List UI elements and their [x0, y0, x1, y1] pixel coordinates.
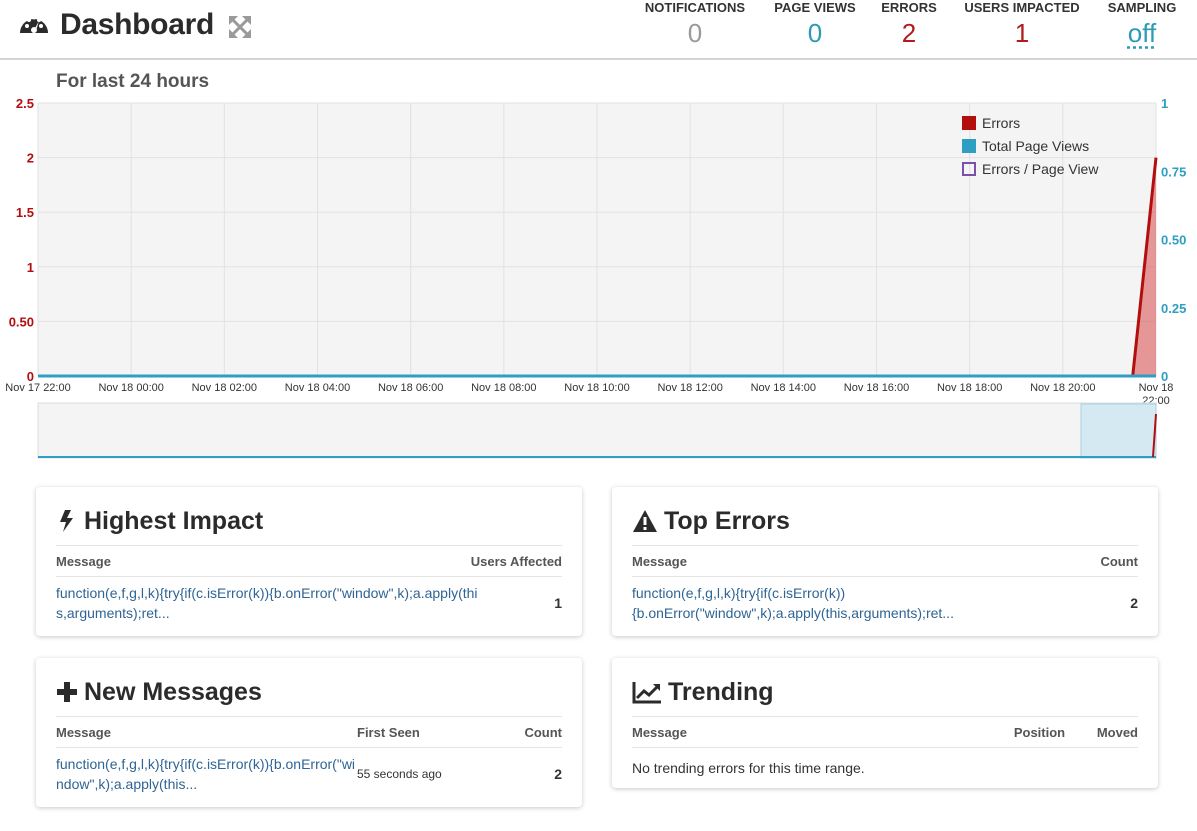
- right-axis-tick-label: 1: [1161, 96, 1168, 111]
- col-first-seen: First Seen: [357, 724, 420, 740]
- trending-card: Trending Message Position Moved No trend…: [612, 658, 1158, 788]
- stat-users-impacted[interactable]: USERS IMPACTED 1: [960, 0, 1084, 49]
- empty-state-message: No trending errors for this time range.: [632, 760, 865, 776]
- expand-icon[interactable]: [228, 15, 252, 39]
- x-axis-tick-label: Nov 18 00:00: [98, 382, 163, 394]
- card-header: New Messages: [56, 658, 562, 716]
- navigator-selection[interactable]: [1080, 403, 1157, 459]
- card-header: Highest Impact: [56, 487, 562, 545]
- legend-page-views[interactable]: Total Page Views: [982, 138, 1089, 154]
- card-title: Highest Impact: [84, 506, 264, 535]
- col-message: Message: [56, 553, 111, 569]
- card-header: Top Errors: [632, 487, 1138, 545]
- navigator-background: [37, 402, 1157, 459]
- stat-page-views[interactable]: PAGE VIEWS 0: [770, 0, 860, 49]
- col-count: Count: [1100, 553, 1138, 569]
- stat-label: NOTIFICATIONS: [644, 0, 746, 15]
- card-title: New Messages: [84, 677, 262, 706]
- left-axis-tick-label: 2.5: [16, 96, 34, 111]
- sampling-toggle-link[interactable]: off: [1102, 18, 1182, 49]
- plus-icon: [57, 682, 77, 702]
- right-axis-tick-label: 0.25: [1161, 301, 1186, 316]
- lightning-bolt-icon: [60, 510, 73, 532]
- left-axis-tick-label: 0.50: [9, 314, 34, 329]
- card-title: Top Errors: [664, 506, 790, 535]
- col-message: Message: [632, 724, 687, 740]
- table-header: Message Count: [632, 545, 1138, 577]
- new-messages-card: New Messages Message First Seen Count fu…: [36, 658, 582, 807]
- col-message: Message: [56, 724, 111, 740]
- table-row[interactable]: function(e,f,g,l,k){try{if(c.isError(k))…: [56, 577, 562, 628]
- x-axis-tick-label: Nov 18 14:00: [751, 382, 816, 394]
- error-message-link[interactable]: function(e,f,g,l,k){try{if(c.isError(k))…: [56, 754, 357, 794]
- x-axis-tick-label: Nov 18 06:00: [378, 382, 443, 394]
- warning-icon: [633, 510, 657, 532]
- legend-ratio[interactable]: Errors / Page View: [982, 161, 1099, 177]
- users-affected-value: 1: [554, 594, 562, 611]
- left-axis-tick-label: 1: [27, 260, 34, 275]
- stat-label: SAMPLING: [1107, 0, 1177, 15]
- stat-notifications[interactable]: NOTIFICATIONS 0: [640, 0, 750, 49]
- x-axis-tick-label: Nov 18 18:00: [937, 382, 1002, 394]
- col-position: Position: [1013, 724, 1066, 740]
- dashboard-gauge-icon: [20, 15, 48, 33]
- highest-impact-card: Highest Impact Message Users Affected fu…: [36, 487, 582, 636]
- x-axis-tick-label: Nov 17 22:00: [5, 382, 70, 394]
- title-group: Dashboard: [18, 8, 252, 42]
- legend-errors[interactable]: Errors: [982, 115, 1020, 131]
- right-axis-tick-label: 0.50: [1161, 233, 1186, 248]
- col-moved: Moved: [1096, 724, 1138, 740]
- table-row[interactable]: function(e,f,g,l,k){try{if(c.isError(k))…: [632, 577, 1138, 628]
- error-message-link[interactable]: function(e,f,g,l,k){try{if(c.isError(k))…: [632, 583, 1042, 623]
- x-axis-tick-label: Nov 18 10:00: [564, 382, 629, 394]
- legend-swatch-errors[interactable]: [962, 116, 976, 130]
- stat-label: USERS IMPACTED: [964, 0, 1080, 15]
- col-users-affected: Users Affected: [470, 553, 562, 569]
- x-axis-tick-label: Nov 18 04:00: [285, 382, 350, 394]
- col-count: Count: [524, 724, 562, 740]
- card-header: Trending: [632, 658, 1138, 716]
- stat-label: PAGE VIEWS: [774, 0, 856, 15]
- x-axis-tick-label: Nov 18 02:00: [192, 382, 257, 394]
- table-header: Message First Seen Count: [56, 716, 562, 748]
- errors-chart: 00.5011.522.5 00.250.500.751 Nov 17 22:0…: [5, 96, 1186, 459]
- count-value: 2: [554, 765, 562, 782]
- legend-swatch-page-views[interactable]: [962, 139, 976, 153]
- stat-sampling[interactable]: SAMPLING off: [1102, 0, 1182, 49]
- right-axis-ticks: 00.250.500.751: [1161, 96, 1186, 384]
- table-row[interactable]: function(e,f,g,l,k){try{if(c.isError(k))…: [56, 748, 562, 799]
- page-header: Dashboard NOTIFICATIONS 0 PAGE VIEWS 0 E…: [0, 0, 1197, 60]
- time-range-subtitle: For last 24 hours: [56, 71, 210, 92]
- stat-value: 0: [687, 18, 703, 48]
- stat-value: 2: [901, 18, 917, 48]
- stat-label: ERRORS: [881, 0, 937, 15]
- col-message: Message: [632, 553, 687, 569]
- left-axis-ticks: 00.5011.522.5: [9, 96, 34, 384]
- trending-chart-icon: [632, 682, 661, 704]
- table-header: Message Position Moved: [632, 716, 1138, 748]
- page-title: Dashboard: [60, 8, 214, 41]
- right-axis-tick-label: 0.75: [1161, 164, 1186, 179]
- top-errors-card: Top Errors Message Count function(e,f,g,…: [612, 487, 1158, 636]
- left-axis-tick-label: 1.5: [16, 205, 34, 220]
- stat-value: 1: [1014, 18, 1030, 48]
- table-header: Message Users Affected: [56, 545, 562, 577]
- x-axis-tick-label: Nov 18 08:00: [471, 382, 536, 394]
- x-axis-tick-label: Nov 18: [1139, 382, 1174, 394]
- card-title: Trending: [668, 677, 774, 706]
- left-axis-tick-label: 2: [27, 151, 34, 166]
- x-axis-tick-label: Nov 18 12:00: [657, 382, 722, 394]
- count-value: 2: [1130, 594, 1138, 611]
- x-axis-tick-label: Nov 18 16:00: [844, 382, 909, 394]
- stat-errors[interactable]: ERRORS 2: [874, 0, 944, 49]
- first-seen-value: 55 seconds ago: [357, 766, 442, 781]
- stat-value: 0: [807, 18, 823, 48]
- x-axis-tick-label: Nov 18 20:00: [1030, 382, 1095, 394]
- error-message-link[interactable]: function(e,f,g,l,k){try{if(c.isError(k))…: [56, 583, 481, 623]
